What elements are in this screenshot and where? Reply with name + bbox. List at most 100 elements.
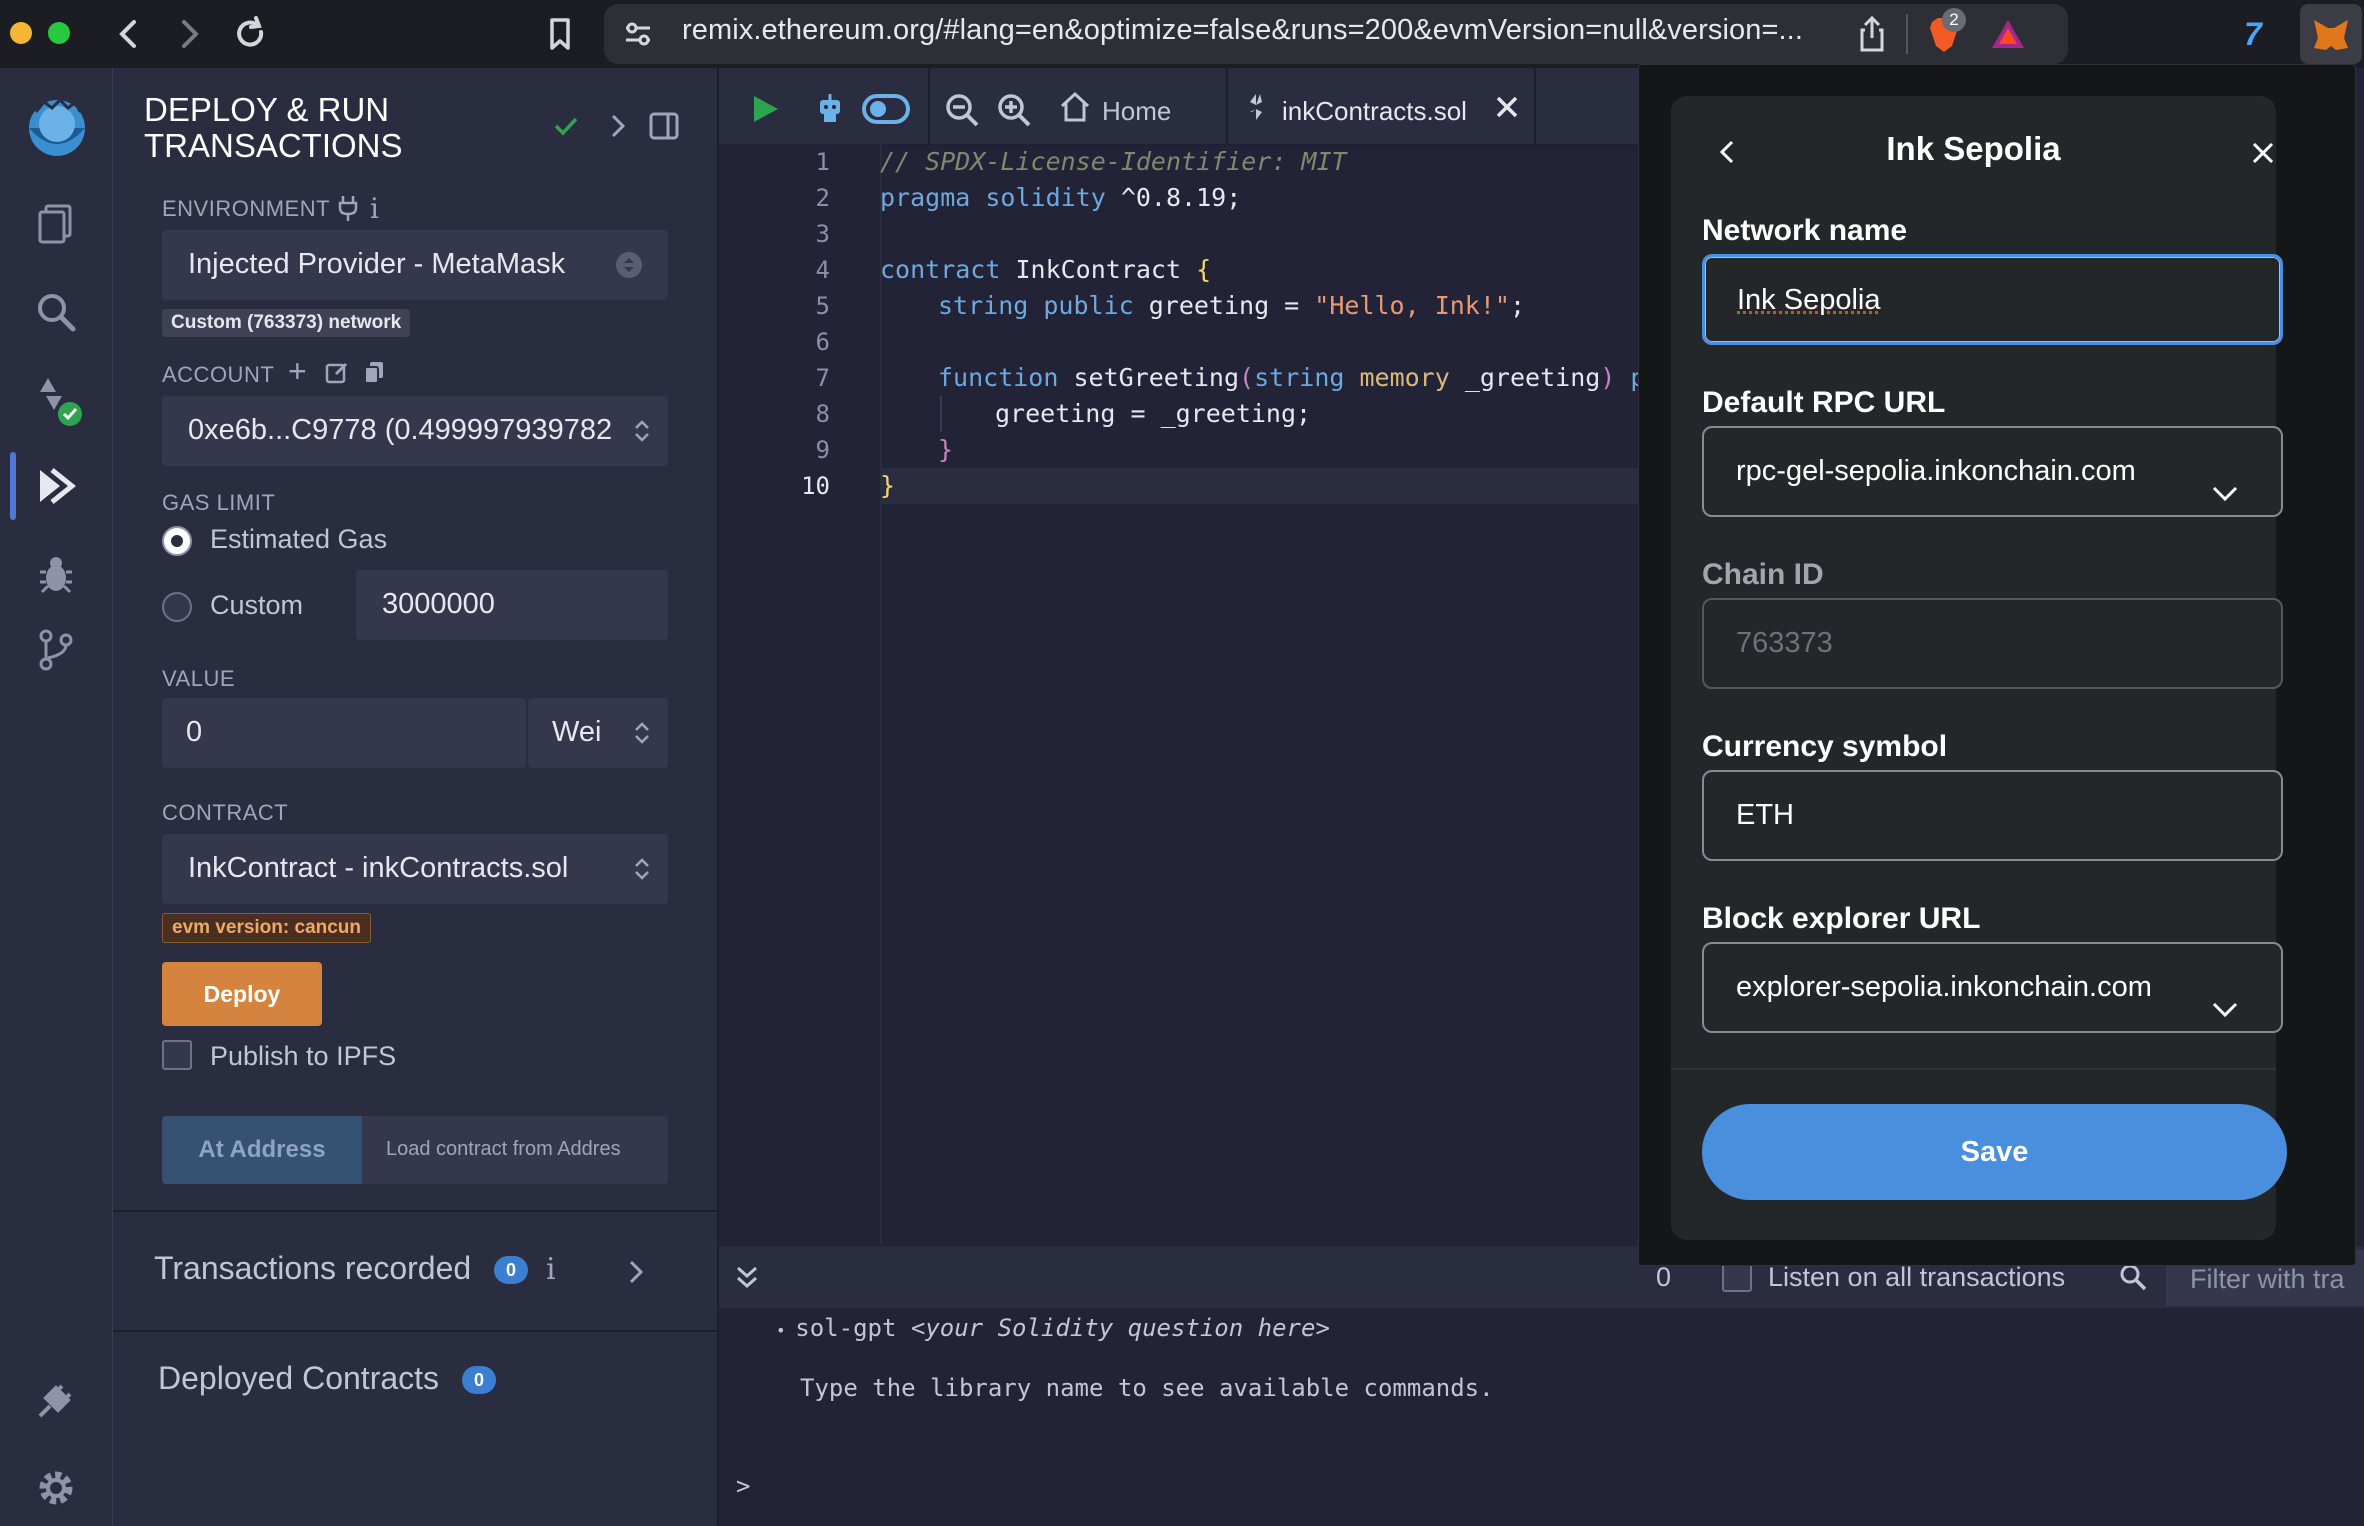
line-number: 8	[815, 400, 830, 428]
close-tab-icon[interactable]	[1494, 94, 1520, 120]
code-text: greeting =	[1133, 291, 1315, 320]
chevron-right-icon[interactable]	[604, 110, 632, 142]
settings-gear-icon[interactable]	[28, 1460, 84, 1516]
rpc-url-dropdown[interactable]: rpc-gel-sepolia.inkonchain.com	[1702, 426, 2283, 517]
code-line-10[interactable]: }	[880, 468, 895, 504]
reload-icon[interactable]	[226, 10, 274, 58]
currency-symbol-input[interactable]: ETH	[1702, 770, 2283, 861]
network-name-label: Network name	[1702, 214, 1908, 247]
remix-logo-icon[interactable]	[14, 90, 100, 170]
file-explorer-icon[interactable]	[28, 196, 84, 252]
panel-title-line1: DEPLOY & RUN	[144, 91, 390, 128]
search-icon[interactable]	[2118, 1262, 2148, 1292]
load-contract-input[interactable]: Load contract from Addres	[362, 1116, 668, 1184]
code-line-5[interactable]: string public greeting = "Hello, Ink!";	[938, 288, 1525, 324]
code-type: string	[1254, 363, 1345, 392]
brave-rewards-icon[interactable]	[1988, 14, 2028, 54]
code-line-7[interactable]: function setGreeting(string memory _gree…	[938, 360, 1638, 396]
code-paren: )	[1600, 363, 1616, 392]
select-arrows-icon	[632, 416, 652, 446]
site-settings-icon[interactable]	[620, 16, 656, 52]
zoom-in-icon[interactable]	[996, 92, 1032, 128]
minimize-window-button[interactable]	[10, 22, 32, 44]
add-account-icon[interactable]: +	[288, 355, 312, 387]
forward-arrow-icon[interactable]	[164, 10, 212, 58]
maximize-window-button[interactable]	[48, 22, 70, 44]
gas-limit-label: GAS LIMIT	[162, 490, 276, 515]
code-line-2[interactable]: pragma solidity ^0.8.19;	[880, 180, 1241, 216]
metamask-extension-button[interactable]	[2300, 4, 2362, 64]
code-line-9[interactable]: }	[938, 432, 953, 468]
block-explorer-value: explorer-sepolia.inkonchain.com	[1736, 971, 2152, 1003]
run-script-icon[interactable]	[748, 92, 782, 126]
publish-ipfs-checkbox[interactable]	[162, 1040, 192, 1070]
git-icon[interactable]	[28, 622, 84, 678]
gas-limit-input[interactable]: 3000000	[356, 570, 668, 640]
info-icon[interactable]: i	[546, 1252, 556, 1287]
rpc-url-value: rpc-gel-sepolia.inkonchain.com	[1736, 455, 2136, 487]
search-icon[interactable]	[28, 284, 84, 340]
publish-ipfs-label: Publish to IPFS	[210, 1041, 397, 1071]
plugin-manager-icon[interactable]	[28, 1372, 84, 1428]
back-arrow-icon[interactable]	[106, 10, 154, 58]
estimated-gas-radio[interactable]	[162, 526, 192, 556]
ai-robot-icon[interactable]	[812, 90, 848, 126]
tab-home[interactable]: Home	[1102, 96, 1171, 127]
plug-icon	[336, 194, 360, 222]
metamask-title: Ink Sepolia	[1886, 130, 2061, 167]
close-icon[interactable]	[2248, 138, 2278, 168]
chain-id-label: Chain ID	[1702, 558, 1824, 591]
save-button[interactable]: Save	[1702, 1104, 2287, 1200]
zoom-out-icon[interactable]	[944, 92, 980, 128]
terminal-prompt[interactable]: >	[736, 1472, 750, 1500]
select-arrows-icon	[616, 252, 642, 278]
contract-select[interactable]: InkContract - inkContracts.sol	[162, 834, 668, 904]
contract-value: InkContract - inkContracts.sol	[188, 852, 569, 884]
line-number: 6	[815, 328, 830, 356]
listen-all-checkbox[interactable]	[1722, 1262, 1752, 1292]
line-number: 9	[815, 436, 830, 464]
extension-translate-icon[interactable]: 7	[2244, 14, 2284, 54]
network-badge: Custom (763373) network	[162, 309, 411, 337]
deploy-run-icon[interactable]	[28, 458, 84, 514]
currency-symbol-label: Currency symbol	[1702, 730, 1948, 763]
chevron-down-icon	[2211, 971, 2239, 1018]
environment-select[interactable]: Injected Provider - MetaMask	[162, 230, 668, 300]
block-explorer-dropdown[interactable]: explorer-sepolia.inkonchain.com	[1702, 942, 2283, 1033]
tab-inkcontracts[interactable]: inkContracts.sol	[1226, 68, 1536, 144]
debugger-icon[interactable]	[28, 546, 84, 602]
deploy-button[interactable]: Deploy	[162, 962, 322, 1026]
transactions-recorded-label[interactable]: Transactions recorded	[154, 1250, 471, 1287]
gutter-divider	[880, 144, 882, 1244]
network-name-input[interactable]: Ink Sepolia	[1702, 254, 2283, 345]
code-keyword: pragma solidity	[880, 183, 1106, 212]
account-select[interactable]: 0xe6b...C9778 (0.499997939782	[162, 396, 668, 466]
copy-icon[interactable]	[362, 360, 386, 386]
line-number: 4	[815, 256, 830, 284]
panel-toggle-icon[interactable]	[648, 110, 680, 142]
code-text: ^0.8.19;	[1105, 183, 1242, 212]
collapse-terminal-icon[interactable]	[732, 1262, 762, 1292]
url-text[interactable]: remix.ethereum.org/#lang=en&optimize=fal…	[682, 14, 1803, 47]
bookmark-icon[interactable]	[536, 10, 584, 58]
select-arrows-icon	[632, 718, 652, 748]
code-line-4[interactable]: contract InkContract {	[880, 252, 1211, 288]
value-unit-select[interactable]: Wei	[528, 698, 668, 768]
at-address-button[interactable]: At Address	[162, 1116, 362, 1184]
value-input[interactable]: 0	[162, 698, 526, 768]
line-number: 10	[801, 472, 830, 500]
estimated-gas-label: Estimated Gas	[210, 524, 388, 554]
share-icon[interactable]	[1854, 14, 1890, 54]
code-line-1[interactable]: // SPDX-License-Identifier: MIT	[880, 144, 1347, 180]
custom-gas-radio[interactable]	[162, 592, 192, 622]
edit-icon[interactable]	[324, 360, 350, 386]
info-icon[interactable]: i	[370, 192, 379, 225]
code-line-8[interactable]: greeting = _greeting;	[995, 396, 1311, 432]
terminal-line-sol-gpt: • sol-gpt <your Solidity question here>	[776, 1314, 1330, 1342]
home-icon	[1058, 90, 1092, 124]
chevron-right-icon[interactable]	[624, 1256, 648, 1288]
code-text: InkContract	[1000, 255, 1197, 284]
code-keyword: string public	[938, 291, 1134, 320]
solidity-compiler-icon[interactable]	[28, 372, 84, 428]
autocomplete-toggle[interactable]	[862, 94, 910, 124]
